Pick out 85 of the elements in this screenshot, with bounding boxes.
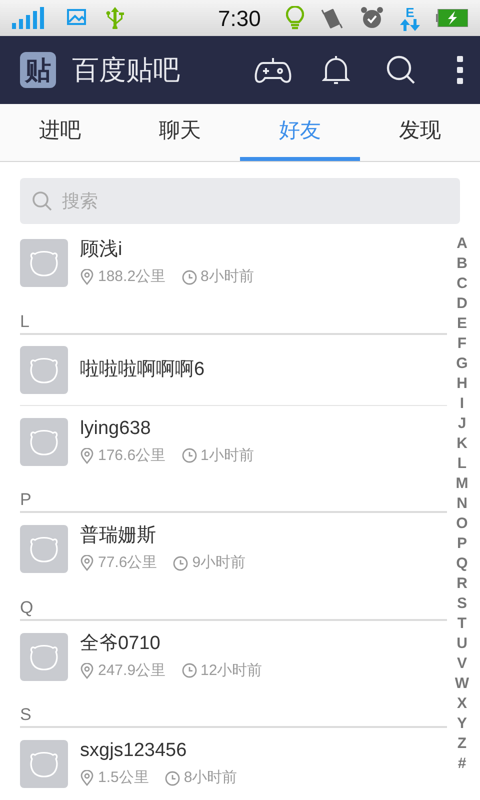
clock-icon [173,556,188,571]
index-letter[interactable]: Q [452,554,472,574]
section-letter: L [20,310,30,332]
index-letter[interactable]: U [452,634,472,654]
index-letter[interactable]: Z [452,734,472,754]
index-letter[interactable]: V [452,654,472,674]
section-letter: Q [20,596,34,618]
location-pin-icon [80,448,94,464]
bear-face-icon [29,642,59,671]
index-letter[interactable]: A [452,234,472,254]
clock-icon [182,663,197,678]
last-active-text: 1小时前 [200,446,254,466]
search-field[interactable]: 搜索 [20,178,460,224]
last-active-text: 8小时前 [184,768,238,788]
distance-text: 1.5公里 [98,768,149,788]
search-icon[interactable] [386,55,416,85]
last-active-text: 9小时前 [192,553,246,573]
battery-charging-icon [436,9,468,27]
contact-name: lying638 [80,416,152,440]
clock-icon [164,770,180,786]
clock-icon [182,448,197,464]
index-letter[interactable]: G [452,354,472,374]
bear-face-icon [29,356,59,384]
bear-face-icon [29,750,59,778]
last-active-text: 8小时前 [200,267,254,287]
index-letter[interactable]: E [452,314,472,334]
clock-time: 7:30 [218,4,261,32]
contact-name: 全爷0710 [80,632,162,656]
distance-text: 247.9公里 [98,660,166,680]
alarm-clock-icon [360,6,384,30]
tab[interactable]: 发现 [360,104,480,161]
tab[interactable]: 进吧 [0,104,120,161]
index-letter[interactable]: W [452,674,472,694]
section-letter: P [20,489,32,511]
index-letter[interactable]: S [452,594,472,614]
index-letter[interactable]: T [452,614,472,634]
notification-bell-icon[interactable] [322,55,350,85]
tab[interactable]: 好友 [240,104,360,161]
index-letter[interactable]: J [452,414,472,434]
index-letter[interactable]: R [452,574,472,594]
index-letter[interactable]: L [452,454,472,474]
signal-icon [12,7,46,29]
image-icon [66,8,88,28]
rotate-phone-icon [320,6,344,30]
lightbulb-icon [286,6,304,30]
bear-face-icon [29,428,59,456]
location-pin-icon [80,269,94,286]
index-letter[interactable]: H [452,374,472,394]
app-logo: 贴 [20,52,56,88]
index-letter[interactable]: P [452,534,472,554]
index-letter[interactable]: D [452,294,472,314]
contact-name: 顾浅i [80,238,124,262]
index-letter[interactable]: Y [452,714,472,734]
distance-text: 176.6公里 [98,446,166,466]
clock-icon [182,270,197,285]
index-letter[interactable]: K [452,434,472,454]
contact-name: 啦啦啦啊啊啊6 [80,358,205,382]
tab[interactable]: 聊天 [120,104,240,161]
bear-face-icon [29,249,59,278]
index-letter[interactable]: N [452,494,472,514]
app-title: 百度贴吧 [72,54,180,87]
distance-text: 77.6公里 [98,553,158,573]
index-letter[interactable]: # [452,754,472,774]
last-active-text: 12小时前 [200,660,262,680]
more-options-icon[interactable] [456,55,464,85]
usb-icon [104,7,126,29]
contact-name: sxgjs123456 [80,739,188,763]
index-letter[interactable]: X [452,694,472,714]
location-pin-icon [80,770,94,786]
data-arrows-icon [400,18,420,30]
game-controller-icon[interactable] [254,55,292,85]
bear-face-icon [29,535,59,564]
network-type-label: E [406,6,414,18]
section-letter: S [20,704,32,726]
index-letter[interactable]: O [452,514,472,534]
location-pin-icon [80,555,94,572]
index-letter[interactable]: M [452,474,472,494]
search-icon [32,191,52,211]
contact-name: 普瑞姗斯 [80,524,157,548]
index-letter[interactable]: C [452,274,472,294]
index-letter[interactable]: B [452,254,472,274]
location-pin-icon [80,662,94,679]
distance-text: 188.2公里 [98,267,166,287]
index-letter[interactable]: I [452,394,472,414]
index-letter[interactable]: F [452,334,472,354]
